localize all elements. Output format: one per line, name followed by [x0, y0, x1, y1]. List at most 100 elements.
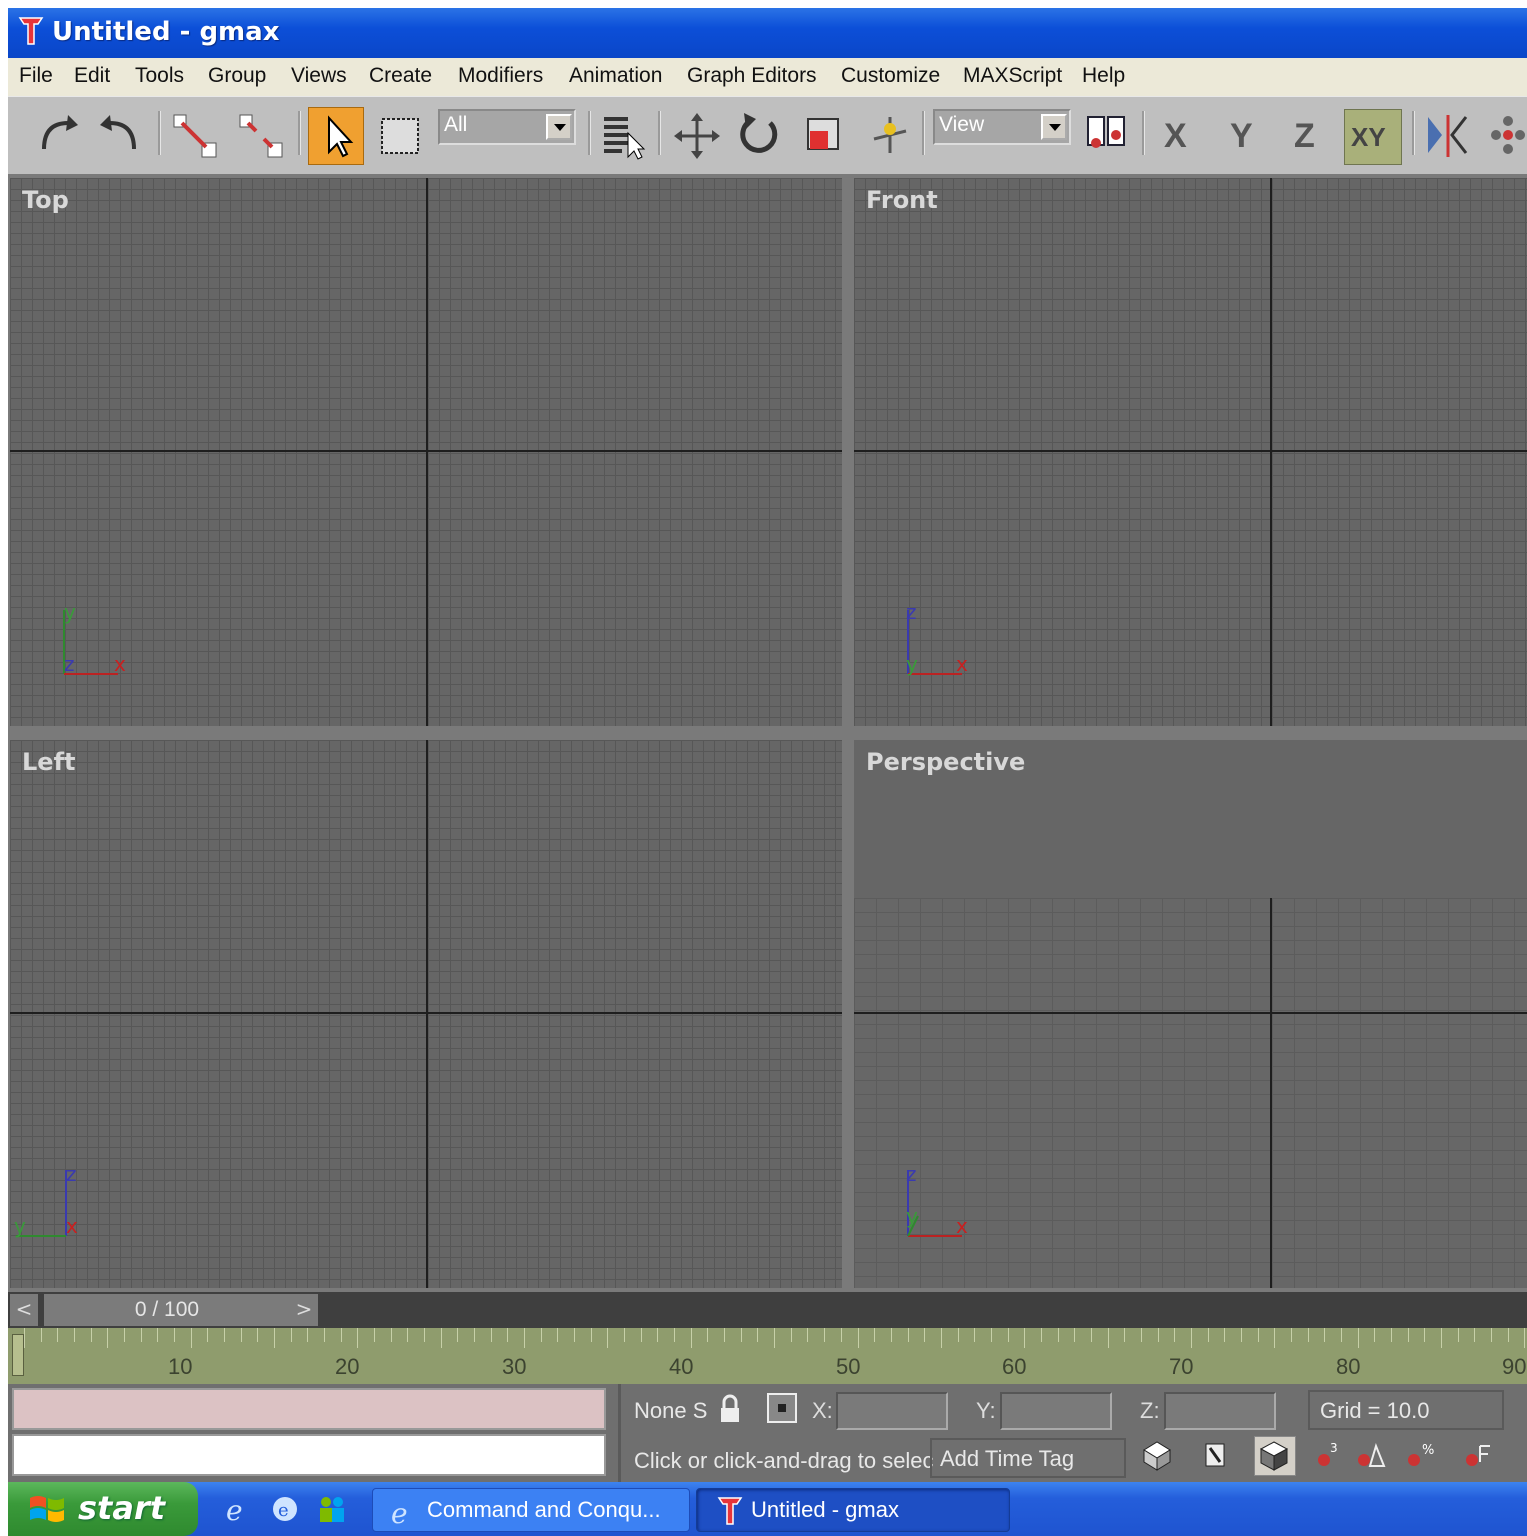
track-tick: [1124, 1328, 1126, 1342]
time-prev-button[interactable]: <: [10, 1294, 38, 1326]
grid-home-line-vertical: [426, 178, 428, 726]
taskbar-item-command-and-conquer[interactable]: e Command and Conqu...: [372, 1488, 690, 1532]
menu-customize[interactable]: Customize: [841, 64, 940, 88]
menu-modifiers[interactable]: Modifiers: [458, 64, 543, 88]
track-tick: [907, 1328, 909, 1342]
array-icon[interactable]: [1486, 111, 1527, 161]
track-tick: [1440, 1328, 1442, 1348]
viewport-front[interactable]: Front z y x: [854, 178, 1527, 726]
rotate-icon[interactable]: [734, 109, 784, 161]
menu-edit[interactable]: Edit: [74, 64, 110, 88]
track-bar[interactable]: 10 20 30 40 50 60 70 80 90: [8, 1328, 1527, 1384]
track-tick: [1074, 1328, 1076, 1342]
scale-icon[interactable]: [804, 113, 850, 159]
menu-file[interactable]: File: [19, 64, 53, 88]
mirror-icon[interactable]: [1422, 111, 1472, 161]
menu-help[interactable]: Help: [1082, 64, 1125, 88]
reference-coordinate-dropdown[interactable]: View: [933, 109, 1071, 145]
maxscript-listener-mini[interactable]: [12, 1388, 606, 1430]
track-tick: [1374, 1328, 1376, 1342]
redo-icon[interactable]: [96, 113, 144, 159]
svg-text:e: e: [278, 1500, 289, 1521]
viewport-perspective[interactable]: Perspective z y x: [854, 740, 1527, 1288]
maxscript-input[interactable]: [12, 1434, 606, 1476]
track-tick-label: 90: [1502, 1354, 1527, 1379]
track-tick: [474, 1328, 476, 1342]
pivot-center-icon[interactable]: [1082, 111, 1132, 161]
undo-icon[interactable]: [34, 113, 82, 159]
time-slider-thumb[interactable]: 0 / 100: [44, 1294, 290, 1326]
track-tick: [1190, 1328, 1192, 1348]
selection-lock-icon[interactable]: [1198, 1438, 1232, 1472]
dropdown-arrow-icon: [546, 114, 572, 140]
select-by-name-icon[interactable]: [598, 111, 648, 161]
region-select-icon[interactable]: [376, 113, 426, 161]
grid-spacing: Grid = 10.0: [1320, 1398, 1430, 1423]
viewport-top[interactable]: Top y z x: [10, 178, 842, 726]
x-coord-label: X:: [812, 1398, 833, 1423]
restrict-y-button[interactable]: Y: [1230, 117, 1253, 156]
menu-tools[interactable]: Tools: [135, 64, 184, 88]
time-slider[interactable]: < 0 / 100 >: [8, 1292, 1527, 1328]
track-tick: [840, 1328, 842, 1342]
track-tick: [1107, 1328, 1109, 1348]
time-marker[interactable]: [12, 1334, 24, 1376]
restrict-x-button[interactable]: X: [1164, 117, 1187, 156]
track-tick: [757, 1328, 759, 1342]
restrict-z-button[interactable]: Z: [1294, 117, 1315, 156]
track-tick: [1307, 1328, 1309, 1342]
select-manipulate-icon[interactable]: [866, 111, 914, 161]
viewport-label-front[interactable]: Front: [866, 186, 938, 214]
viewport-label-perspective[interactable]: Perspective: [866, 748, 1025, 776]
track-tick: [890, 1328, 892, 1342]
axis-label-x: x: [66, 1214, 78, 1238]
selection-filter-value: All: [444, 113, 468, 136]
y-coord-field[interactable]: [1000, 1392, 1112, 1430]
taskbar-item-gmax[interactable]: Untitled - gmax: [696, 1488, 1010, 1532]
percent-snap-icon[interactable]: %: [1404, 1438, 1438, 1472]
grid-home-line-horizontal: [854, 450, 1527, 452]
track-tick: [874, 1328, 876, 1342]
track-tick: [674, 1328, 676, 1342]
main-toolbar: All View X Y Z XY: [8, 96, 1527, 175]
add-time-tag-button[interactable]: Add Time Tag: [930, 1438, 1126, 1478]
unlink-selection-icon[interactable]: [236, 111, 286, 161]
internet-explorer-icon[interactable]: e: [224, 1494, 254, 1524]
isolate-icon[interactable]: [1140, 1438, 1174, 1472]
messenger-icon[interactable]: [316, 1494, 350, 1524]
move-icon[interactable]: [672, 111, 722, 161]
x-coord-field[interactable]: [836, 1392, 948, 1430]
menu-maxscript[interactable]: MAXScript: [963, 64, 1062, 88]
outlook-express-icon[interactable]: e: [270, 1494, 300, 1524]
svg-text:%: %: [1422, 1443, 1434, 1458]
menu-animation[interactable]: Animation: [569, 64, 662, 88]
viewport-left[interactable]: Left z y x: [10, 740, 842, 1288]
menu-graph-editors[interactable]: Graph Editors: [687, 64, 817, 88]
track-tick-label: 50: [836, 1354, 861, 1379]
z-coord-field[interactable]: [1164, 1392, 1276, 1430]
lock-icon[interactable]: [718, 1394, 742, 1426]
track-tick: [1490, 1328, 1492, 1342]
track-tick: [1390, 1328, 1392, 1342]
viewport-label-top[interactable]: Top: [22, 186, 69, 214]
absolute-mode-icon[interactable]: [766, 1392, 798, 1424]
menu-views[interactable]: Views: [291, 64, 347, 88]
angle-snap-icon[interactable]: 3: [1312, 1438, 1346, 1472]
spinner-snap-icon[interactable]: [1462, 1438, 1496, 1472]
svg-text:e: e: [226, 1494, 243, 1524]
start-button[interactable]: start: [8, 1482, 198, 1536]
menu-create[interactable]: Create: [369, 64, 432, 88]
selection-filter-dropdown[interactable]: All: [438, 109, 576, 145]
track-tick: [57, 1328, 59, 1342]
snap-toggle-button[interactable]: [1254, 1436, 1296, 1476]
angle-snap-toggle-icon[interactable]: [1354, 1438, 1388, 1472]
track-tick: [1407, 1328, 1409, 1342]
restrict-xy-button[interactable]: XY: [1344, 109, 1402, 165]
track-tick: [1424, 1328, 1426, 1342]
viewport-label-left[interactable]: Left: [22, 748, 75, 776]
time-next-button[interactable]: >: [290, 1294, 318, 1326]
menu-group[interactable]: Group: [208, 64, 266, 88]
select-object-button[interactable]: [308, 107, 364, 165]
axis-label-y: y: [906, 652, 918, 676]
select-and-link-icon[interactable]: [170, 111, 220, 161]
